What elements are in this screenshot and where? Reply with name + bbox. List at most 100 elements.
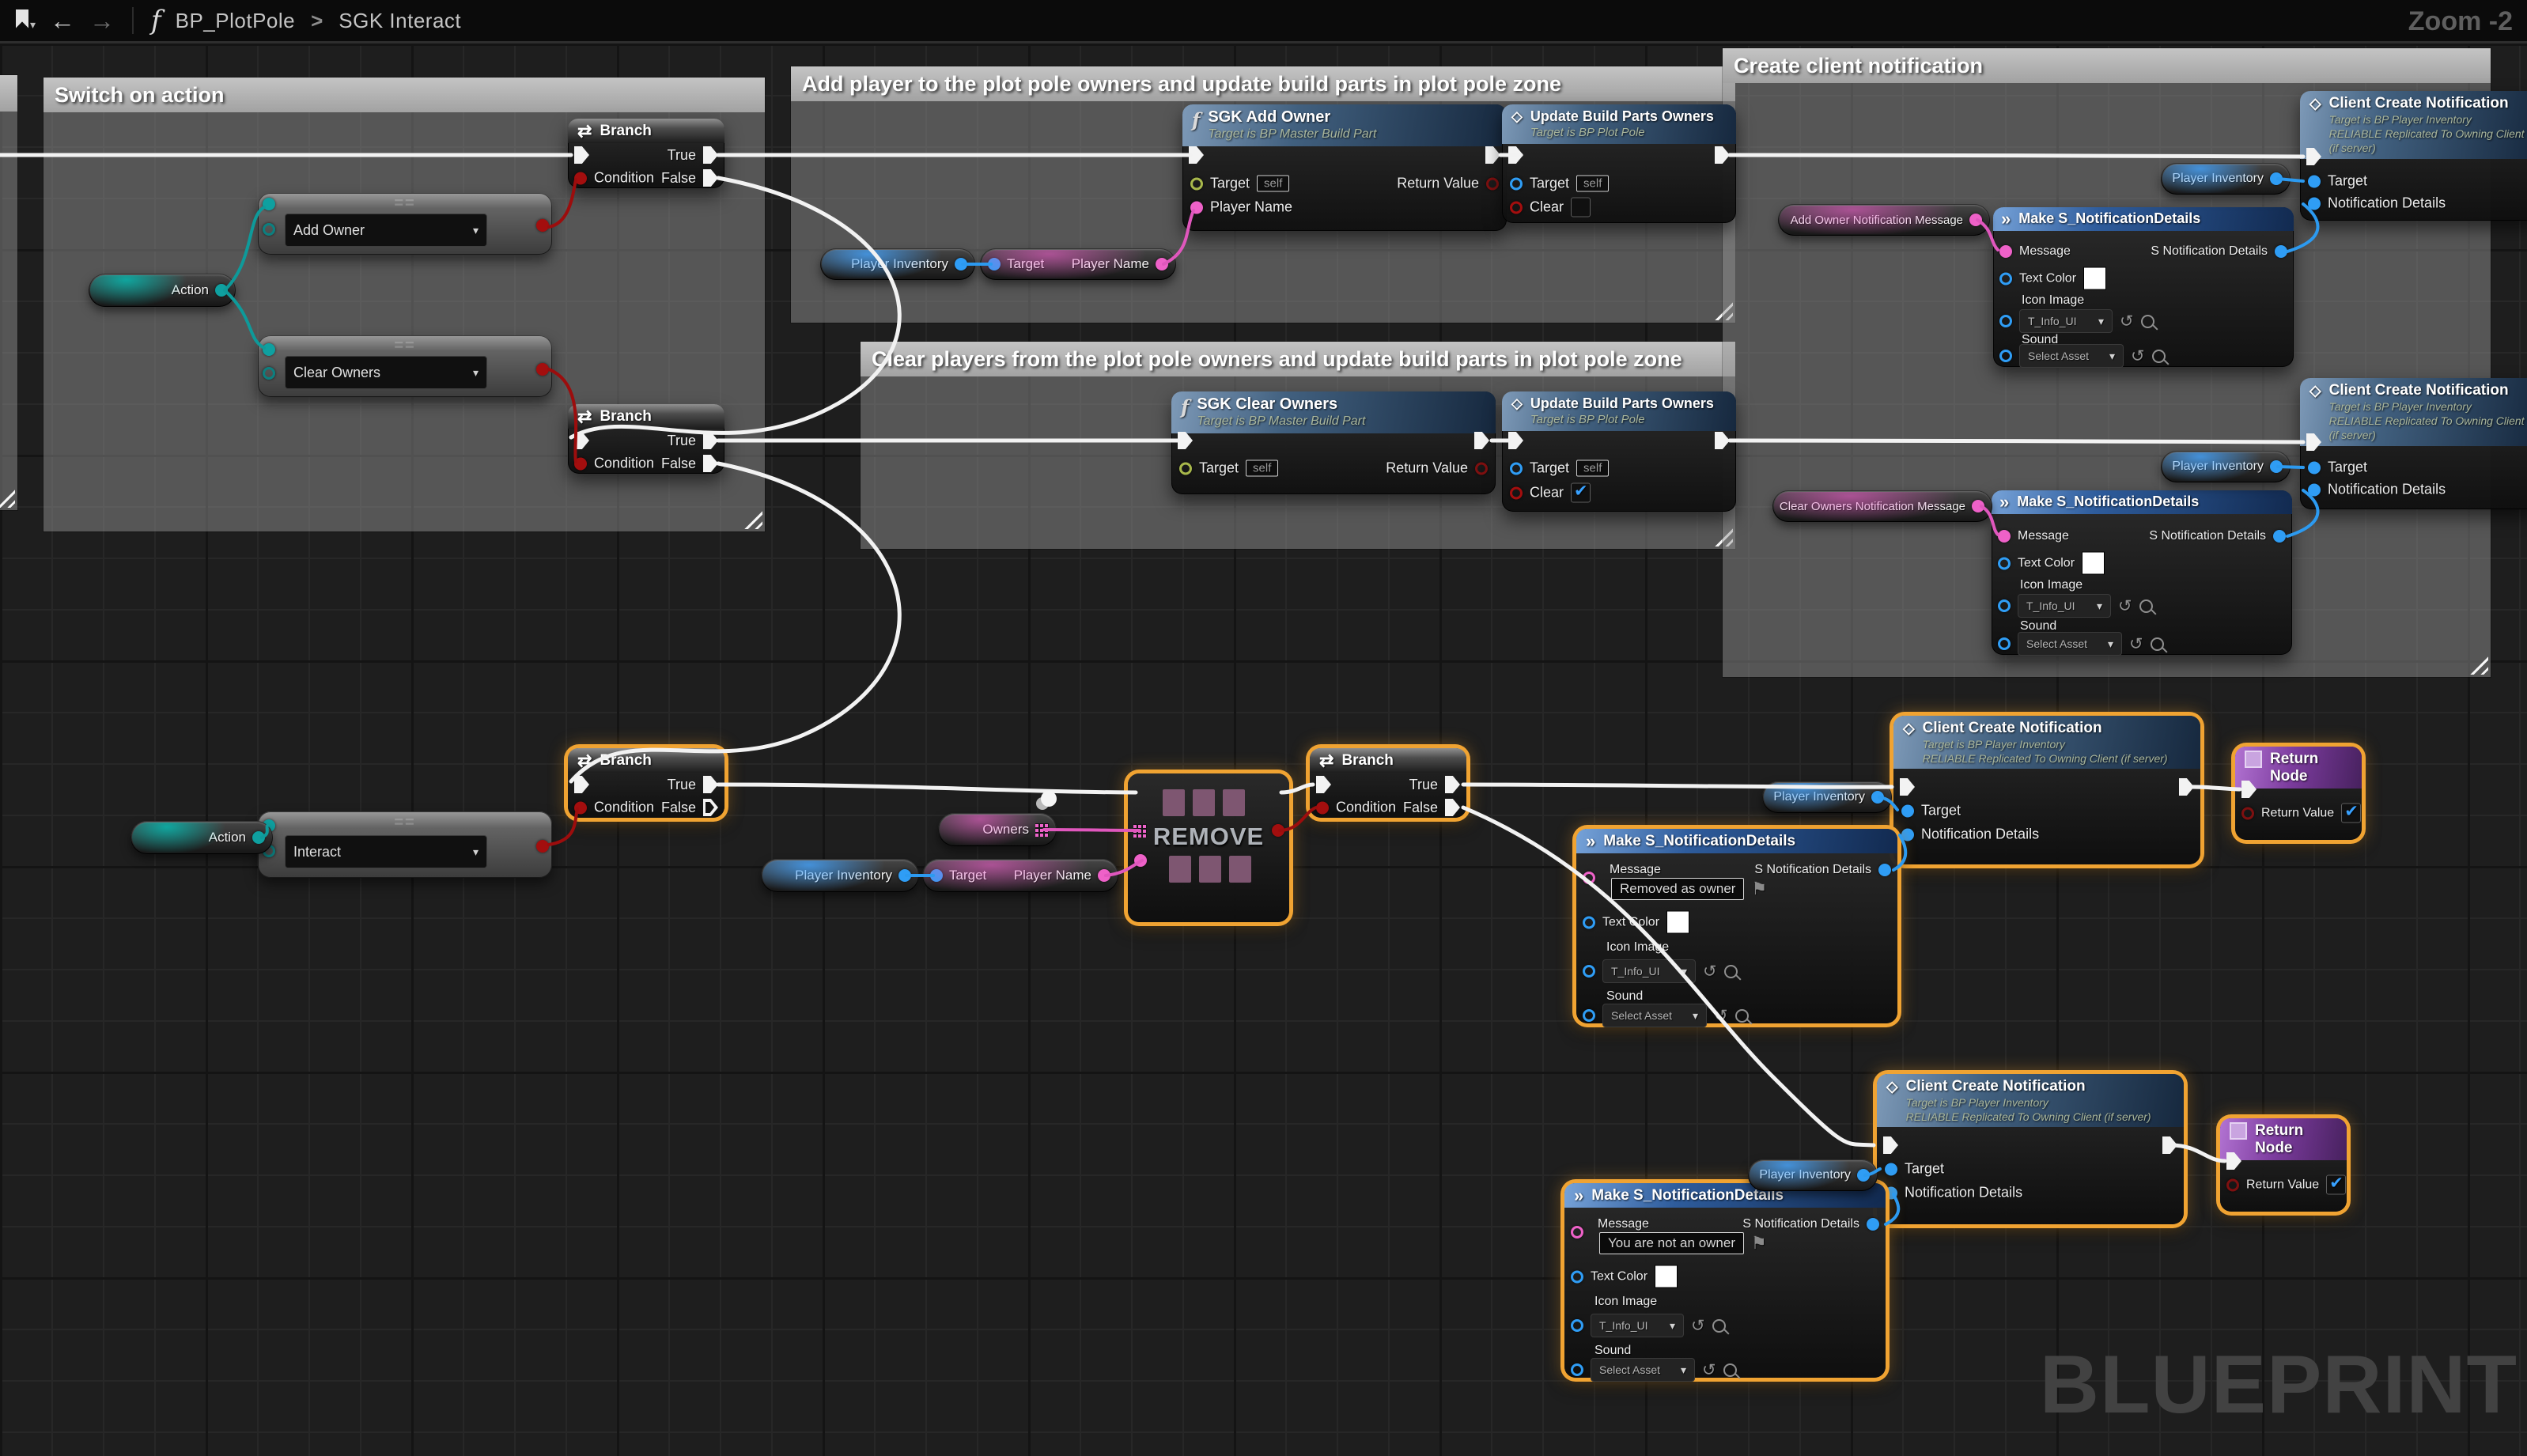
bool-output-pin[interactable] xyxy=(536,363,549,376)
text-color-pin[interactable] xyxy=(1998,557,2011,569)
browse-icon[interactable] xyxy=(1724,965,1738,978)
text-output-pin[interactable] xyxy=(1972,500,1984,512)
target-pin[interactable] xyxy=(1510,177,1523,190)
node-equal-add-owner[interactable]: == Add Owner▾ xyxy=(258,193,552,255)
browse-icon[interactable] xyxy=(1735,1009,1749,1023)
pill-player-inventory-ccn2[interactable]: Player Inventory xyxy=(2161,451,2291,482)
message-input[interactable]: You are not an owner xyxy=(1599,1232,1744,1254)
icon-image-dropdown[interactable]: T_Info_UI▾ xyxy=(2018,594,2111,618)
condition-pin[interactable] xyxy=(574,457,587,470)
text-color-pin[interactable] xyxy=(1571,1270,1583,1283)
resize-handle[interactable] xyxy=(2469,656,2488,675)
browse-icon[interactable] xyxy=(2141,315,2154,328)
exec-in-pin[interactable] xyxy=(2241,781,2257,798)
false-exec-pin[interactable] xyxy=(703,169,718,187)
pill-owners[interactable]: Owners xyxy=(938,813,1057,846)
message-input[interactable]: Removed as owner xyxy=(1611,878,1744,900)
text-output-pin[interactable] xyxy=(1969,214,1982,226)
sound-pin[interactable] xyxy=(1571,1363,1583,1376)
target-pin[interactable] xyxy=(2308,175,2321,187)
exec-in-pin[interactable] xyxy=(1316,776,1331,793)
return-value-checkbox[interactable] xyxy=(2326,1175,2346,1195)
true-exec-pin[interactable] xyxy=(1445,776,1460,793)
exec-in-pin[interactable] xyxy=(2306,433,2321,451)
browse-icon[interactable] xyxy=(2139,599,2153,613)
node-return-2[interactable]: Return Node Return Value xyxy=(2220,1118,2347,1212)
target-pin[interactable] xyxy=(2308,461,2321,474)
target-pin[interactable] xyxy=(1510,462,1523,475)
true-exec-pin[interactable] xyxy=(703,146,718,164)
exec-in-pin[interactable] xyxy=(1178,432,1193,449)
object-output-pin[interactable] xyxy=(955,258,967,270)
text-color-pin[interactable] xyxy=(1583,916,1595,928)
comment-title[interactable]: Create client notification xyxy=(1723,48,2491,83)
target-pin[interactable] xyxy=(1190,177,1203,190)
notification-details-pin[interactable] xyxy=(2308,483,2321,496)
pill-target-player-name-mid[interactable]: TargetPlayer Name xyxy=(922,859,1118,892)
use-selected-icon[interactable]: ↺ xyxy=(2118,598,2132,615)
text-color-pin[interactable] xyxy=(1999,272,2012,285)
enum-output-pin[interactable] xyxy=(215,284,228,297)
target-pin[interactable] xyxy=(1885,1163,1897,1175)
node-equal-clear-owners[interactable]: == Clear Owners▾ xyxy=(258,335,552,397)
array-input-pin[interactable] xyxy=(1133,824,1147,838)
pill-player-inventory-ccn3[interactable]: Player Inventory xyxy=(1762,781,1892,813)
message-pin[interactable] xyxy=(1999,245,2012,258)
node-sgk-clear-owners[interactable]: f SGK Clear OwnersTarget is BP Master Bu… xyxy=(1171,391,1496,494)
notification-details-pin[interactable] xyxy=(1885,1186,1897,1199)
player-name-pin[interactable] xyxy=(1190,201,1203,214)
notification-details-pin[interactable] xyxy=(2308,197,2321,210)
return-value-checkbox[interactable] xyxy=(2341,804,2361,823)
bookmark-icon[interactable]: ▾ xyxy=(16,9,36,32)
exec-out-pin[interactable] xyxy=(2162,1136,2177,1154)
player-name-output-pin[interactable] xyxy=(1098,869,1110,882)
node-branch-3[interactable]: ⇄Branch True Condition False xyxy=(568,748,724,818)
enum-literal-pin[interactable] xyxy=(263,367,275,380)
sound-pin[interactable] xyxy=(1999,350,2012,362)
return-value-pin[interactable] xyxy=(2241,807,2254,819)
node-sgk-add-owner[interactable]: f SGK Add OwnerTarget is BP Master Build… xyxy=(1182,104,1507,231)
node-make-notification-3[interactable]: »Make S_NotificationDetails Message Remo… xyxy=(1576,829,1897,1023)
return-value-pin[interactable] xyxy=(1475,462,1488,475)
enum-input-pin[interactable] xyxy=(263,198,275,210)
bool-output-pin[interactable] xyxy=(536,840,549,853)
pill-player-inventory-ccn1[interactable]: Player Inventory xyxy=(2161,163,2291,195)
exec-out-pin[interactable] xyxy=(1485,146,1500,164)
text-color-swatch[interactable] xyxy=(2082,552,2105,575)
enum-output-pin[interactable] xyxy=(252,831,265,844)
object-output-pin[interactable] xyxy=(2270,172,2283,185)
use-selected-icon[interactable]: ↺ xyxy=(2129,636,2143,652)
icon-image-dropdown[interactable]: T_Info_UI▾ xyxy=(1602,959,1696,983)
browse-icon[interactable] xyxy=(2151,637,2164,651)
text-color-swatch[interactable] xyxy=(1655,1265,1678,1288)
return-value-pin[interactable] xyxy=(1486,177,1499,190)
browse-icon[interactable] xyxy=(2152,350,2166,363)
node-make-notification-2[interactable]: »Make S_NotificationDetails Message S No… xyxy=(1992,490,2292,655)
true-exec-pin[interactable] xyxy=(703,776,718,793)
enum-dropdown[interactable]: Add Owner▾ xyxy=(285,214,487,247)
node-make-notification-4[interactable]: »Make S_NotificationDetails Message You … xyxy=(1564,1183,1886,1378)
comment-title[interactable]: Switch on action xyxy=(44,78,765,112)
browse-icon[interactable] xyxy=(1712,1319,1726,1333)
player-name-output-pin[interactable] xyxy=(1156,258,1168,270)
exec-in-pin[interactable] xyxy=(2226,1152,2241,1170)
item-input-pin[interactable] xyxy=(1134,854,1147,867)
object-output-pin[interactable] xyxy=(1871,791,1884,804)
pill-player-inventory-mid[interactable]: Player Inventory xyxy=(761,859,919,892)
forward-arrow-icon[interactable]: → xyxy=(89,8,115,33)
target-pin[interactable] xyxy=(1179,462,1192,475)
exec-in-pin[interactable] xyxy=(1900,778,1915,796)
message-pin[interactable] xyxy=(1583,872,1595,884)
return-value-pin[interactable] xyxy=(2226,1178,2239,1191)
struct-output-pin[interactable] xyxy=(2275,245,2287,258)
message-pin[interactable] xyxy=(1998,530,2011,543)
resize-handle[interactable] xyxy=(743,510,762,529)
clear-checkbox[interactable] xyxy=(1571,198,1591,217)
node-make-notification-1[interactable]: »Make S_NotificationDetails Message S No… xyxy=(1993,207,2294,367)
condition-pin[interactable] xyxy=(574,172,587,184)
sound-dropdown[interactable]: Select Asset▾ xyxy=(2019,344,2124,368)
comment-clipped-left[interactable] xyxy=(0,75,17,510)
node-array-remove[interactable]: REMOVE xyxy=(1128,773,1289,922)
target-input-pin[interactable] xyxy=(930,869,943,882)
exec-in-pin[interactable] xyxy=(1508,432,1523,449)
